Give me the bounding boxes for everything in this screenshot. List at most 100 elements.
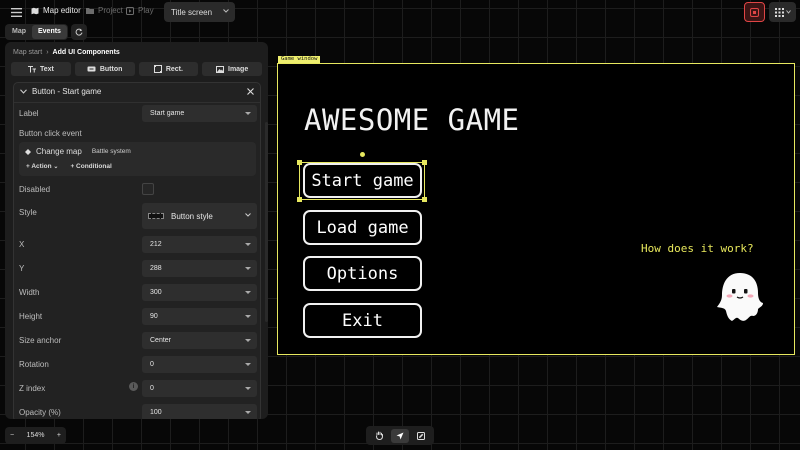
z-index-field[interactable]: 0 bbox=[142, 380, 257, 397]
zoom-in-button[interactable]: + bbox=[57, 432, 61, 439]
chevron-down-icon bbox=[223, 9, 229, 13]
disabled-checkbox[interactable] bbox=[142, 183, 154, 195]
zoom-out-button[interactable]: − bbox=[10, 432, 14, 439]
component-buttons: Text Button Rect. Image bbox=[11, 62, 262, 76]
x-field[interactable]: 212 bbox=[142, 236, 257, 253]
opacity-field[interactable]: 100 bbox=[142, 404, 257, 419]
exit-button[interactable]: Exit bbox=[303, 303, 422, 338]
caret-down-icon bbox=[245, 291, 251, 294]
rotation-handle[interactable] bbox=[360, 152, 365, 157]
caret-down-icon bbox=[245, 315, 251, 318]
z-index-label: Z index bbox=[19, 384, 46, 393]
event-action: Change map bbox=[36, 147, 82, 156]
breadcrumb: Map start › Add UI Components bbox=[13, 49, 120, 56]
nav-play[interactable]: Play bbox=[126, 6, 154, 15]
cursor-arrow-icon bbox=[396, 432, 404, 439]
style-select[interactable]: Button style bbox=[142, 203, 257, 229]
record-button[interactable] bbox=[744, 2, 765, 22]
click-event-label: Button click event bbox=[19, 129, 82, 138]
y-label: Y bbox=[19, 264, 25, 273]
start-game-button[interactable]: Start game bbox=[303, 163, 422, 198]
breadcrumb-parent[interactable]: Map start bbox=[13, 49, 42, 56]
add-rect-button[interactable]: Rect. bbox=[138, 62, 199, 76]
game-title[interactable]: AWESOME GAME bbox=[304, 103, 520, 137]
refresh-button[interactable] bbox=[70, 24, 87, 40]
map-icon bbox=[31, 7, 39, 14]
size-anchor-label: Size anchor bbox=[19, 336, 62, 345]
height-label: Height bbox=[19, 312, 43, 321]
label-label: Label bbox=[19, 109, 39, 118]
label-select[interactable]: Start game bbox=[142, 105, 257, 122]
rotation-field[interactable]: 0 bbox=[142, 356, 257, 373]
caret-down-icon bbox=[245, 387, 251, 390]
add-action-button[interactable]: + Action ⌄ bbox=[26, 163, 58, 170]
ui-components-panel: Map start › Add UI Components Text Butto… bbox=[5, 42, 268, 419]
panel-scrollbar[interactable] bbox=[265, 122, 268, 322]
nav-map-editor[interactable]: Map editor bbox=[31, 6, 81, 15]
record-icon bbox=[750, 7, 759, 17]
load-game-button[interactable]: Load game bbox=[303, 210, 422, 245]
edit-tool-button[interactable] bbox=[412, 429, 430, 443]
hand-tool-button[interactable] bbox=[370, 429, 388, 443]
select-tool-button[interactable] bbox=[390, 428, 409, 443]
folder-icon bbox=[86, 8, 94, 14]
add-image-button[interactable]: Image bbox=[202, 62, 262, 76]
game-window-tag: Game window bbox=[278, 56, 321, 63]
height-field[interactable]: 90 bbox=[142, 308, 257, 325]
hamburger-menu-icon[interactable] bbox=[7, 4, 25, 20]
divider bbox=[14, 102, 260, 103]
diamond-icon bbox=[25, 148, 31, 155]
canvas-toolbar bbox=[366, 426, 434, 445]
ghost-icon[interactable] bbox=[716, 271, 764, 323]
play-icon bbox=[126, 6, 134, 15]
scene-select[interactable]: Title screen bbox=[164, 2, 235, 22]
width-field[interactable]: 300 bbox=[142, 284, 257, 301]
add-conditional-button[interactable]: + Conditional bbox=[70, 163, 111, 170]
disabled-label: Disabled bbox=[19, 185, 51, 194]
caret-down-icon bbox=[245, 112, 251, 115]
caret-down-icon bbox=[245, 363, 251, 366]
zoom-control: − 154% + bbox=[5, 427, 66, 444]
top-bar: Map editor Project Play Title screen bbox=[0, 0, 800, 24]
event-add-row: + Action ⌄ + Conditional bbox=[26, 163, 112, 170]
edit-icon bbox=[416, 431, 425, 440]
y-field[interactable]: 288 bbox=[142, 260, 257, 277]
width-label: Width bbox=[19, 288, 40, 297]
resize-handle-tr[interactable] bbox=[422, 160, 427, 165]
hand-icon bbox=[375, 431, 383, 440]
resize-handle-br[interactable] bbox=[422, 197, 427, 202]
tab-map[interactable]: Map bbox=[6, 25, 32, 39]
click-event-box: Change map Battle system + Action ⌄ + Co… bbox=[19, 142, 256, 176]
breadcrumb-current: Add UI Components bbox=[52, 49, 120, 56]
chevron-down-icon bbox=[245, 213, 251, 217]
size-anchor-select[interactable]: Center bbox=[142, 332, 257, 349]
grid-menu-button[interactable] bbox=[769, 2, 796, 22]
inspector-header[interactable]: Button - Start game bbox=[20, 87, 101, 96]
nav-project[interactable]: Project bbox=[86, 6, 123, 15]
info-icon[interactable]: i bbox=[129, 382, 138, 391]
options-button[interactable]: Options bbox=[303, 256, 422, 291]
event-action-row[interactable]: Change map Battle system bbox=[25, 147, 131, 156]
resize-handle-bl[interactable] bbox=[297, 197, 302, 202]
add-text-button[interactable]: Text bbox=[11, 62, 71, 76]
inspector-title: Button - Start game bbox=[32, 87, 102, 96]
refresh-icon bbox=[75, 28, 83, 36]
add-button-button[interactable]: Button bbox=[74, 62, 135, 76]
close-icon[interactable] bbox=[247, 88, 254, 95]
tab-events[interactable]: Events bbox=[32, 25, 67, 39]
rect-icon bbox=[153, 65, 162, 73]
style-swatch bbox=[148, 213, 164, 219]
caret-down-icon bbox=[245, 243, 251, 246]
caret-down-icon bbox=[245, 411, 251, 414]
resize-handle-tl[interactable] bbox=[297, 160, 302, 165]
grid-icon bbox=[774, 7, 784, 17]
text-icon bbox=[27, 65, 36, 72]
chevron-down-icon bbox=[20, 89, 27, 94]
style-label: Style bbox=[19, 208, 37, 217]
editor-tabs-row: Map Events bbox=[5, 24, 87, 40]
image-icon bbox=[216, 65, 224, 73]
rotation-label: Rotation bbox=[19, 360, 49, 369]
breadcrumb-separator: › bbox=[46, 49, 49, 56]
caret-down-icon bbox=[245, 267, 251, 270]
help-text[interactable]: How does it work? bbox=[641, 242, 754, 255]
